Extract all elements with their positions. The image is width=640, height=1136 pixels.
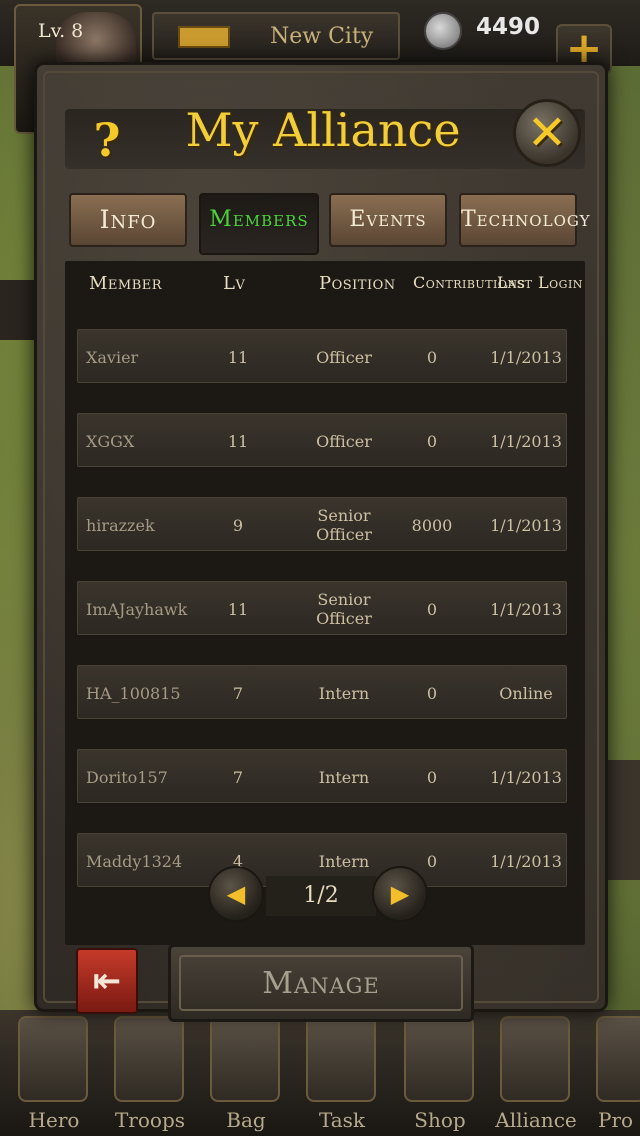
column-header-member: Member xyxy=(89,273,163,294)
member-level: 7 xyxy=(232,767,244,787)
member-contribution: 0 xyxy=(426,767,438,787)
nav-label: Alliance xyxy=(495,1108,577,1132)
member-level: 11 xyxy=(227,599,249,619)
next-page-button[interactable]: ▶ xyxy=(372,866,428,922)
member-last-login: 1/1/2013 xyxy=(490,767,562,787)
member-row[interactable]: HA_100815 7 Intern 0 Online xyxy=(77,665,567,719)
member-last-login: 1/1/2013 xyxy=(490,347,562,367)
alliance-dialog: ? My Alliance ✕ Info Members Events Tech… xyxy=(34,62,608,1012)
member-row[interactable]: ImAJayhawk 11 Senior Officer 0 1/1/2013 xyxy=(77,581,567,635)
coin-count: 4490 xyxy=(476,14,541,40)
member-name: Dorito157 xyxy=(86,767,168,787)
tab-info[interactable]: Info xyxy=(69,193,187,247)
member-contribution: 0 xyxy=(426,599,438,619)
coin-icon xyxy=(424,12,462,50)
member-contribution: 0 xyxy=(426,683,438,703)
member-row[interactable]: Xavier 11 Officer 0 1/1/2013 xyxy=(77,329,567,383)
member-contribution: 8000 xyxy=(411,515,453,535)
nav-label: Task xyxy=(318,1108,366,1132)
nav-hero[interactable]: Hero xyxy=(6,1010,102,1136)
member-name: hirazzek xyxy=(86,515,155,535)
nav-label: Pro xyxy=(598,1108,634,1132)
hero-icon xyxy=(18,1016,88,1102)
bottom-nav: Hero Troops Bag Task Shop Alliance Pro xyxy=(0,1010,640,1136)
nav-label: Shop xyxy=(414,1108,466,1132)
nav-alliance[interactable]: Alliance xyxy=(488,1010,584,1136)
nav-label: Troops xyxy=(114,1108,186,1132)
nav-task[interactable]: Task xyxy=(294,1010,390,1136)
task-icon xyxy=(306,1016,376,1102)
member-position: Officer xyxy=(316,347,372,367)
member-last-login: 1/1/2013 xyxy=(490,599,562,619)
member-position: Intern xyxy=(318,683,370,703)
member-level: 9 xyxy=(232,515,244,535)
alliance-icon xyxy=(500,1016,570,1102)
nav-shop[interactable]: Shop xyxy=(392,1010,488,1136)
troops-icon xyxy=(114,1016,184,1102)
page-indicator: 1/2 xyxy=(266,876,376,916)
tab-technology[interactable]: Technology xyxy=(459,193,589,247)
column-header-lv: Lv xyxy=(223,273,246,294)
member-row[interactable]: hirazzek 9 Senior Officer 8000 1/1/2013 xyxy=(77,497,567,551)
member-last-login: Online xyxy=(499,683,553,703)
previous-page-button[interactable]: ◀ xyxy=(208,866,264,922)
member-contribution: 0 xyxy=(426,431,438,451)
member-row[interactable]: XGGX 11 Officer 0 1/1/2013 xyxy=(77,413,567,467)
close-button[interactable]: ✕ xyxy=(513,99,581,167)
nav-label: Hero xyxy=(28,1108,80,1132)
member-position: Intern xyxy=(318,767,370,787)
member-last-login: 1/1/2013 xyxy=(490,851,562,871)
city-selector[interactable]: New City xyxy=(152,12,400,60)
member-position: Officer xyxy=(316,431,372,451)
dialog-title: My Alliance xyxy=(185,103,461,157)
column-header-position: Position xyxy=(319,273,396,294)
member-last-login: 1/1/2013 xyxy=(490,515,562,535)
manage-label: Manage xyxy=(179,955,463,1011)
column-header-last-login: Last Login xyxy=(497,273,583,292)
nav-bag[interactable]: Bag xyxy=(198,1010,294,1136)
member-name: Maddy1324 xyxy=(86,851,183,871)
member-name: ImAJayhawk xyxy=(86,599,188,619)
castle-icon xyxy=(178,26,230,48)
member-level: 11 xyxy=(227,431,249,451)
member-position: Senior Officer xyxy=(316,590,372,628)
city-name: New City xyxy=(270,24,374,49)
member-last-login: 1/1/2013 xyxy=(490,431,562,451)
shop-icon xyxy=(404,1016,474,1102)
member-position: Senior Officer xyxy=(316,506,372,544)
leave-alliance-button[interactable]: ⇤ xyxy=(76,948,138,1014)
member-name: XGGX xyxy=(86,431,135,451)
profile-icon xyxy=(596,1016,640,1102)
member-row[interactable]: Dorito157 7 Intern 0 1/1/2013 xyxy=(77,749,567,803)
tab-members[interactable]: Members xyxy=(199,193,319,255)
nav-troops[interactable]: Troops xyxy=(102,1010,198,1136)
nav-profile[interactable]: Pro xyxy=(584,1010,640,1136)
player-level: Lv. 8 xyxy=(38,20,84,42)
member-name: Xavier xyxy=(86,347,139,367)
member-level: 7 xyxy=(232,683,244,703)
manage-button[interactable]: Manage xyxy=(168,944,474,1022)
member-contribution: 0 xyxy=(426,347,438,367)
members-table: Member Lv Position Contributions Last Lo… xyxy=(65,261,585,945)
help-button[interactable]: ? xyxy=(83,113,131,167)
nav-label: Bag xyxy=(226,1108,266,1132)
bag-icon xyxy=(210,1016,280,1102)
member-name: HA_100815 xyxy=(86,683,181,703)
tab-events[interactable]: Events xyxy=(329,193,447,247)
member-level: 11 xyxy=(227,347,249,367)
